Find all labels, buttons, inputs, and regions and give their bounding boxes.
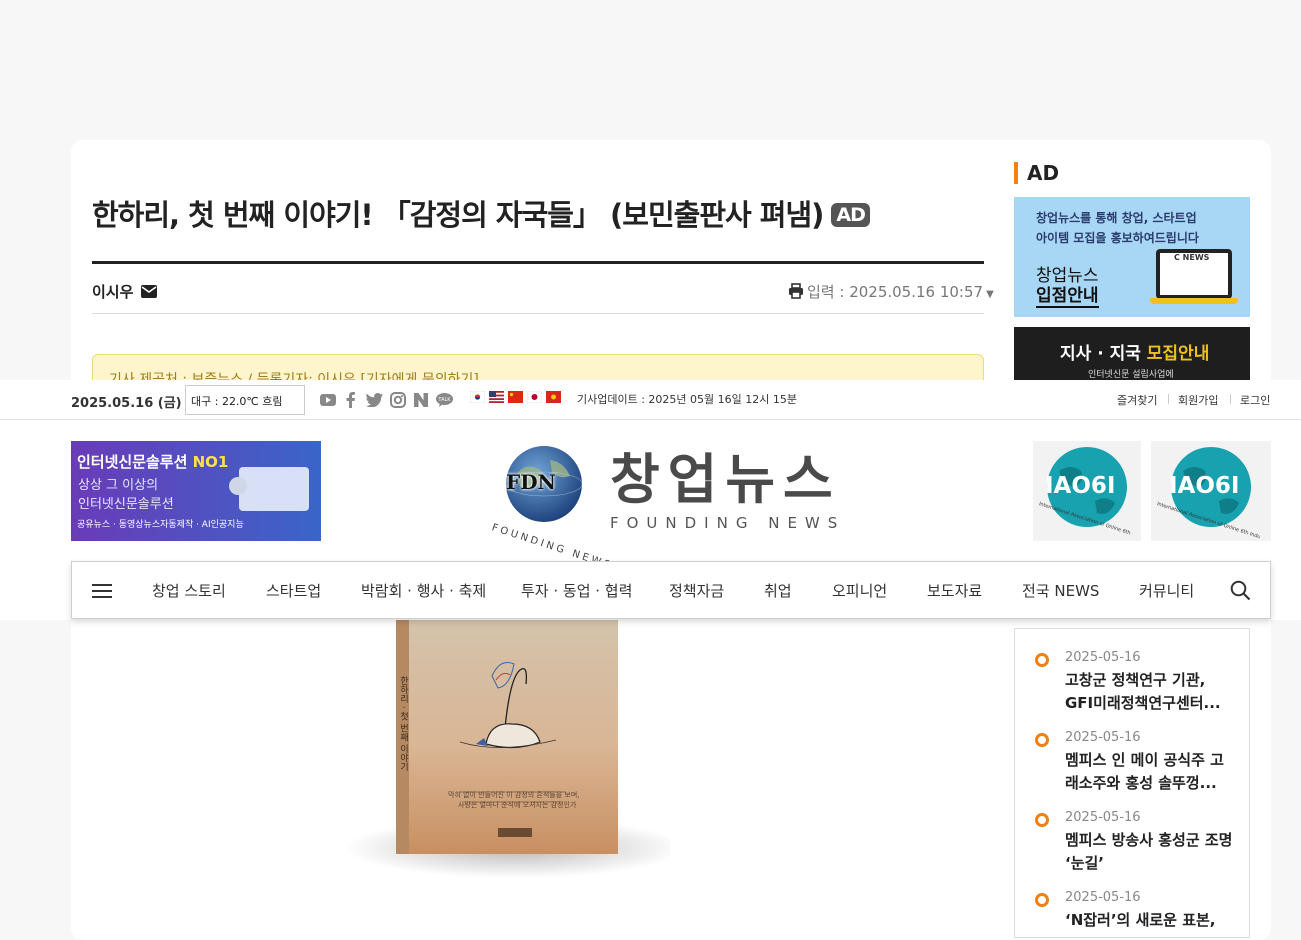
list-bullet-icon (1035, 893, 1049, 907)
nav-item-jobs[interactable]: 취업 (764, 580, 792, 601)
flag-vietnam-icon[interactable] (546, 391, 561, 403)
hamburger-menu-icon[interactable] (92, 583, 112, 599)
ad1-line1: 창업뉴스를 통해 창업, 스타트업 (1036, 211, 1197, 225)
association-badge[interactable]: IAO6I International Association of Onlin… (1033, 441, 1141, 541)
kakaotalk-icon[interactable]: TALK (436, 393, 453, 407)
language-flags (470, 391, 564, 405)
author-link[interactable]: 이시우 (92, 281, 157, 302)
sidebar-ad-banner-1[interactable]: 창업뉴스를 통해 창업, 스타트업 아이템 모집을 홍보하여드립니다 창업뉴스 … (1014, 197, 1250, 317)
laptop-screen-text: C NEWS (1174, 253, 1210, 262)
latest-news-list: 2025-05-16 고창군 정책연구 기관, GFI미래정책연구센터... 2… (1014, 628, 1250, 938)
logo-fdn: FDN (506, 470, 556, 494)
site-logo[interactable]: FDN FOUNDING NEWS 창업뉴스 FOUNDING NEWS (488, 442, 854, 572)
list-item-title[interactable]: 멤피스 인 메이 공식주 고래소주와 홍성 솔뚜껑... (1065, 749, 1235, 795)
article-title: 한하리, 첫 번째 이야기! 「감정의 자국들」 (보민출판사 펴냄) AD (92, 192, 870, 234)
nav-item-community[interactable]: 커뮤니티 (1139, 580, 1194, 601)
badge-text: IAO6I (1045, 473, 1116, 499)
ad1-line4: 입점안내 (1036, 281, 1099, 308)
search-icon[interactable] (1230, 580, 1251, 601)
today-date: 2025.05.16 (금) (71, 396, 182, 411)
left-ad-line2: 상상 그 이상의 (78, 478, 159, 493)
meta-divider (92, 313, 984, 314)
list-item-date: 2025-05-16 (1065, 650, 1141, 665)
ad-badge: AD (831, 203, 870, 227)
nav-item-story[interactable]: 창업 스토리 (152, 580, 226, 601)
sidebar-ad-banner-2[interactable]: 지사 · 지국 모집안내 인터넷신문 설립사업에 (1014, 327, 1250, 387)
last-update: 기사업데이트 : 2025년 05월 16일 12시 15분 (577, 393, 797, 406)
flag-usa-icon[interactable] (489, 391, 504, 403)
left-ad-line1b: NO1 (192, 453, 229, 471)
facebook-icon[interactable] (346, 392, 355, 408)
list-item-date: 2025-05-16 (1065, 730, 1141, 745)
svg-text:TALK: TALK (437, 397, 451, 403)
naver-icon[interactable] (414, 393, 428, 407)
top-utility-bar: 2025.05.16 (금) 대구 : 22.0℃ 흐림 TALK 기사업데이트… (0, 380, 1301, 420)
nav-item-expo[interactable]: 박람회 · 행사 · 축제 (361, 580, 486, 601)
weather-text: 대구 : 22.0℃ 흐림 (191, 395, 283, 408)
nav-item-opinion[interactable]: 오피니언 (832, 580, 887, 601)
print-icon[interactable] (788, 283, 804, 299)
link-separator (1230, 394, 1231, 404)
list-item-title[interactable]: ‘N잡러’의 새로운 표본, (1065, 909, 1235, 932)
flag-japan-icon[interactable] (527, 391, 542, 403)
title-divider (92, 261, 984, 264)
publish-date[interactable]: 입력 : 2025.05.16 10:57 ▼ (788, 281, 994, 302)
link-separator (1168, 394, 1169, 404)
logo-sub: FOUNDING NEWS (610, 514, 846, 532)
author-name: 이시우 (92, 283, 134, 301)
book-cover-image (340, 620, 685, 890)
book-cover-line-2: 사랑은 얼마나 순식에 오셔지는 감정인가 (458, 801, 577, 809)
left-ad-line1: 인터넷신문솔루션 NO1 (77, 451, 228, 472)
flag-china-icon[interactable] (508, 391, 523, 403)
sidebar-ad-heading: AD (1014, 162, 1059, 184)
envelope-icon[interactable] (140, 285, 157, 298)
youtube-icon[interactable] (320, 394, 336, 406)
association-badge[interactable]: IAO6I International Association of Onlin… (1151, 441, 1271, 541)
logo-name: 창업뉴스 (610, 448, 841, 511)
instagram-icon[interactable] (390, 392, 406, 408)
badge-text: IAO6I (1169, 473, 1240, 499)
nav-item-press[interactable]: 보도자료 (927, 580, 982, 601)
list-bullet-icon (1035, 653, 1049, 667)
ad2-title: 지사 · 지국 모집안내 (1060, 339, 1209, 364)
list-item-date: 2025-05-16 (1065, 890, 1141, 905)
left-ad-line1a: 인터넷신문솔루션 (77, 453, 193, 471)
ad1-line2: 아이템 모집을 홍보하여드립니다 (1036, 231, 1199, 245)
link-bookmark[interactable]: 즐겨찾기 (1117, 392, 1157, 408)
robot-head (229, 477, 247, 495)
social-icons: TALK (320, 391, 454, 409)
link-signup[interactable]: 회원가입 (1178, 392, 1218, 408)
laptop-base (1150, 298, 1238, 304)
list-item-title[interactable]: 고창군 정책연구 기관, GFI미래정책연구센터... (1065, 669, 1235, 715)
list-bullet-icon (1035, 733, 1049, 747)
header-left-ad[interactable]: 인터넷신문솔루션 NO1 상상 그 이상의 인터넷신문솔루션 공유뉴스 · 동영… (71, 441, 321, 541)
nav-item-invest[interactable]: 투자 · 동업 · 협력 (521, 580, 632, 601)
nav-item-funding[interactable]: 정책자금 (669, 580, 724, 601)
book-spine-text: 한하리 · 첫 번째 이야기 (398, 676, 408, 772)
list-bullet-icon (1035, 813, 1049, 827)
list-item-title[interactable]: 멤피스 방송사 홍성군 조명 ‘눈길’ (1065, 829, 1235, 875)
main-nav: 창업 스토리 스타트업 박람회 · 행사 · 축제 투자 · 동업 · 협력 정… (71, 561, 1271, 619)
flag-korea-icon[interactable] (470, 391, 485, 403)
article-title-text: 한하리, 첫 번째 이야기! 「감정의 자국들」 (보민출판사 펴냄) (92, 198, 824, 232)
link-login[interactable]: 로그인 (1240, 392, 1270, 408)
book-cover-line-1: 막히 없이 만들어진 이 감정의 흔적들을 보며, (448, 791, 580, 799)
ad2-title-b: 모집안내 (1146, 344, 1210, 364)
robot-illustration (239, 467, 309, 511)
chevron-down-icon[interactable]: ▼ (986, 289, 994, 300)
left-ad-line3: 인터넷신문솔루션 (78, 497, 174, 512)
ad2-title-a: 지사 · 지국 (1060, 344, 1141, 364)
left-ad-line4: 공유뉴스 · 동영상뉴스자동제작 · AI인공지능 (77, 520, 244, 530)
nav-item-national[interactable]: 전국 NEWS (1022, 580, 1099, 601)
twitter-icon[interactable] (366, 393, 383, 407)
list-item-date: 2025-05-16 (1065, 810, 1141, 825)
ad2-sub: 인터넷신문 설립사업에 (1088, 370, 1174, 380)
nav-item-startup[interactable]: 스타트업 (266, 580, 321, 601)
publish-date-label: 입력 : 2025.05.16 10:57 (807, 283, 984, 301)
